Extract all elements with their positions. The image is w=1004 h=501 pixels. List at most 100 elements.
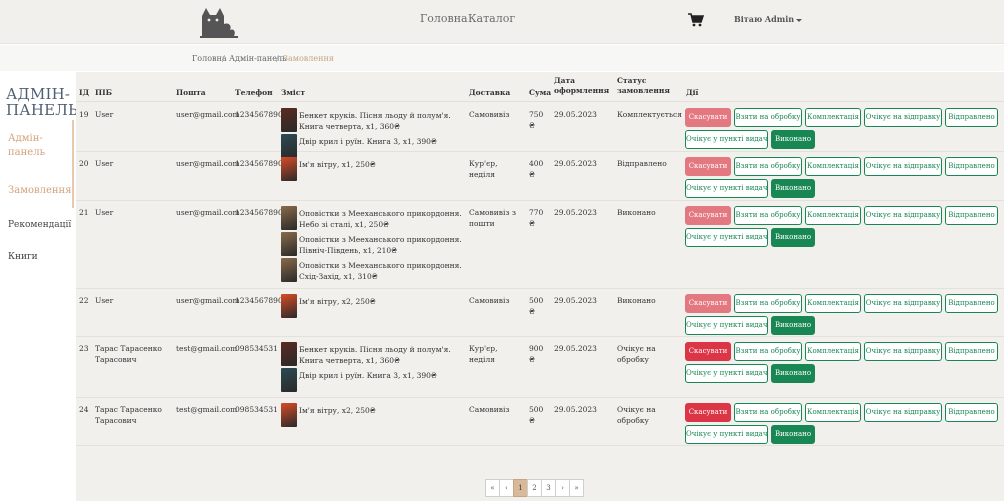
pagination-page-1[interactable]: 1 [513, 479, 528, 497]
completed-button[interactable]: Виконано [771, 130, 815, 149]
book-cover-thumbnail[interactable] [281, 157, 297, 181]
delivery-method: Самовивіз [469, 296, 510, 305]
order-date: 29.05.2023 [554, 344, 597, 353]
completed-button[interactable]: Виконано [771, 179, 815, 198]
nav-home-link[interactable]: Головна [420, 12, 468, 25]
nav-catalog-link[interactable]: Каталог [468, 12, 515, 25]
table-row: 24 Тарас Тарасенко Тарасович test@gmail.co… [76, 398, 1004, 446]
order-sum: 770 ₴ [529, 208, 544, 228]
shipped-button[interactable]: Відправлено [945, 108, 998, 127]
take-processing-button[interactable]: Взяти на обробку [734, 108, 802, 127]
awaiting-pickup-button[interactable]: Очікує у пункті видач [685, 179, 768, 198]
sidebar-active-marker [72, 164, 74, 208]
cancel-button[interactable]: Скасувати [685, 108, 731, 127]
pagination-page-2[interactable]: 2 [527, 479, 542, 497]
pagination-last[interactable]: » [569, 479, 584, 497]
shipped-button[interactable]: Відправлено [945, 294, 998, 313]
customer-name: Тарас Тарасенко Тарасович [95, 405, 162, 425]
order-status: Очікує на обробку [617, 344, 656, 364]
book-cover-thumbnail[interactable] [281, 258, 297, 282]
cancel-button[interactable]: Скасувати [685, 403, 731, 422]
cart-icon[interactable] [688, 13, 704, 27]
awaiting-shipment-button[interactable]: Очікує на відправку [864, 342, 942, 361]
col-phone: Телефон [235, 88, 273, 97]
order-item-text: Оповістки з Мееханського прикордоння. Не… [299, 209, 462, 229]
sidebar-item-admin-panel[interactable]: Адмін-панель [8, 132, 48, 160]
sidebar-item-orders[interactable]: Замовлення [8, 184, 72, 198]
col-name: ПІБ [95, 88, 112, 97]
customer-email: user@gmail.com [176, 296, 240, 305]
cat-logo-icon[interactable] [196, 2, 240, 40]
take-processing-button[interactable]: Взяти на обробку [734, 206, 802, 225]
shipped-button[interactable]: Відправлено [945, 157, 998, 176]
awaiting-shipment-button[interactable]: Очікує на відправку [864, 206, 942, 225]
pagination-next[interactable]: › [555, 479, 570, 497]
shipped-button[interactable]: Відправлено [945, 403, 998, 422]
order-item-text: Двір крил і руїн. Книга 3, x1, 390₴ [299, 371, 437, 380]
order-item: Бенкет круків. Пісня льоду й полум'я. Кн… [281, 108, 466, 134]
awaiting-shipment-button[interactable]: Очікує на відправку [864, 108, 942, 127]
delivery-method: Самовивіз [469, 110, 510, 119]
sidebar-item-books[interactable]: Книги [8, 250, 38, 264]
order-date: 29.05.2023 [554, 110, 597, 119]
user-menu-dropdown[interactable]: Вітаю Admin [734, 14, 803, 24]
sidebar-item-recommendations[interactable]: Рекомендації [8, 218, 71, 232]
order-item-text: Оповістки з Мееханського прикордоння. Сх… [299, 261, 462, 281]
order-items: Ім'я вітру, x2, 250₴ [281, 294, 466, 320]
cancel-button[interactable]: Скасувати [685, 294, 731, 313]
completed-button[interactable]: Виконано [771, 228, 815, 247]
awaiting-shipment-button[interactable]: Очікує на відправку [864, 294, 942, 313]
take-processing-button[interactable]: Взяти на обробку [734, 294, 802, 313]
pagination-page-3[interactable]: 3 [541, 479, 556, 497]
shipped-button[interactable]: Відправлено [945, 342, 998, 361]
book-cover-thumbnail[interactable] [281, 403, 297, 427]
top-navbar: Головна Каталог Вітаю Admin [0, 0, 1004, 44]
packing-button[interactable]: Комплектація [805, 403, 861, 422]
table-row: 22 User user@gmail.com 1234567890 Самовивіз 5… [76, 289, 1004, 337]
awaiting-pickup-button[interactable]: Очікує у пункті видач [685, 364, 768, 383]
take-processing-button[interactable]: Взяти на обробку [734, 342, 802, 361]
book-cover-thumbnail[interactable] [281, 368, 297, 392]
awaiting-shipment-button[interactable]: Очікує на відправку [864, 403, 942, 422]
packing-button[interactable]: Комплектація [805, 342, 861, 361]
order-item: Бенкет круків. Пісня льоду й полум'я. Кн… [281, 342, 466, 368]
customer-phone: 1234567890 [235, 296, 283, 305]
order-item: Ім'я вітру, x2, 250₴ [281, 294, 466, 320]
awaiting-pickup-button[interactable]: Очікує у пункті видач [685, 425, 768, 444]
take-processing-button[interactable]: Взяти на обробку [734, 157, 802, 176]
completed-button[interactable]: Виконано [771, 316, 815, 335]
shipped-button[interactable]: Відправлено [945, 206, 998, 225]
packing-button[interactable]: Комплектація [805, 108, 861, 127]
awaiting-pickup-button[interactable]: Очікує у пункті видач [685, 130, 768, 149]
order-item-text: Ім'я вітру, x2, 250₴ [299, 297, 376, 306]
book-cover-thumbnail[interactable] [281, 342, 297, 366]
pagination-first[interactable]: « [485, 479, 500, 497]
table-row: 19 User user@gmail.com 1234567890 Самовивіз 7… [76, 103, 1004, 158]
awaiting-pickup-button[interactable]: Очікує у пункті видач [685, 316, 768, 335]
table-row: 21 User user@gmail.com 1234567890 Самовивіз … [76, 201, 1004, 289]
order-item: Оповістки з Мееханського прикордоння. Пі… [281, 232, 466, 258]
packing-button[interactable]: Комплектація [805, 294, 861, 313]
book-cover-thumbnail[interactable] [281, 294, 297, 318]
pagination-prev[interactable]: ‹ [499, 479, 514, 497]
packing-button[interactable]: Комплектація [805, 206, 861, 225]
book-cover-thumbnail[interactable] [281, 206, 297, 230]
awaiting-shipment-button[interactable]: Очікує на відправку [864, 157, 942, 176]
cancel-button[interactable]: Скасувати [685, 157, 731, 176]
order-status: Відправлено [617, 159, 667, 168]
awaiting-pickup-button[interactable]: Очікує у пункті видач [685, 228, 768, 247]
order-id: 22 [79, 296, 89, 305]
packing-button[interactable]: Комплектація [805, 157, 861, 176]
completed-button[interactable]: Виконано [771, 364, 815, 383]
customer-phone: 1234567890 [235, 208, 283, 217]
cancel-button[interactable]: Скасувати [685, 342, 731, 361]
delivery-method: Самовивіз з пошти [469, 208, 516, 228]
user-greeting: Вітаю Admin [734, 14, 795, 24]
cancel-button[interactable]: Скасувати [685, 206, 731, 225]
book-cover-thumbnail[interactable] [281, 108, 297, 132]
sidebar-title: АДМІН-ПАНЕЛЬ [6, 85, 79, 119]
customer-phone: 098534531 [235, 344, 278, 353]
take-processing-button[interactable]: Взяти на обробку [734, 403, 802, 422]
book-cover-thumbnail[interactable] [281, 232, 297, 256]
completed-button[interactable]: Виконано [771, 425, 815, 444]
